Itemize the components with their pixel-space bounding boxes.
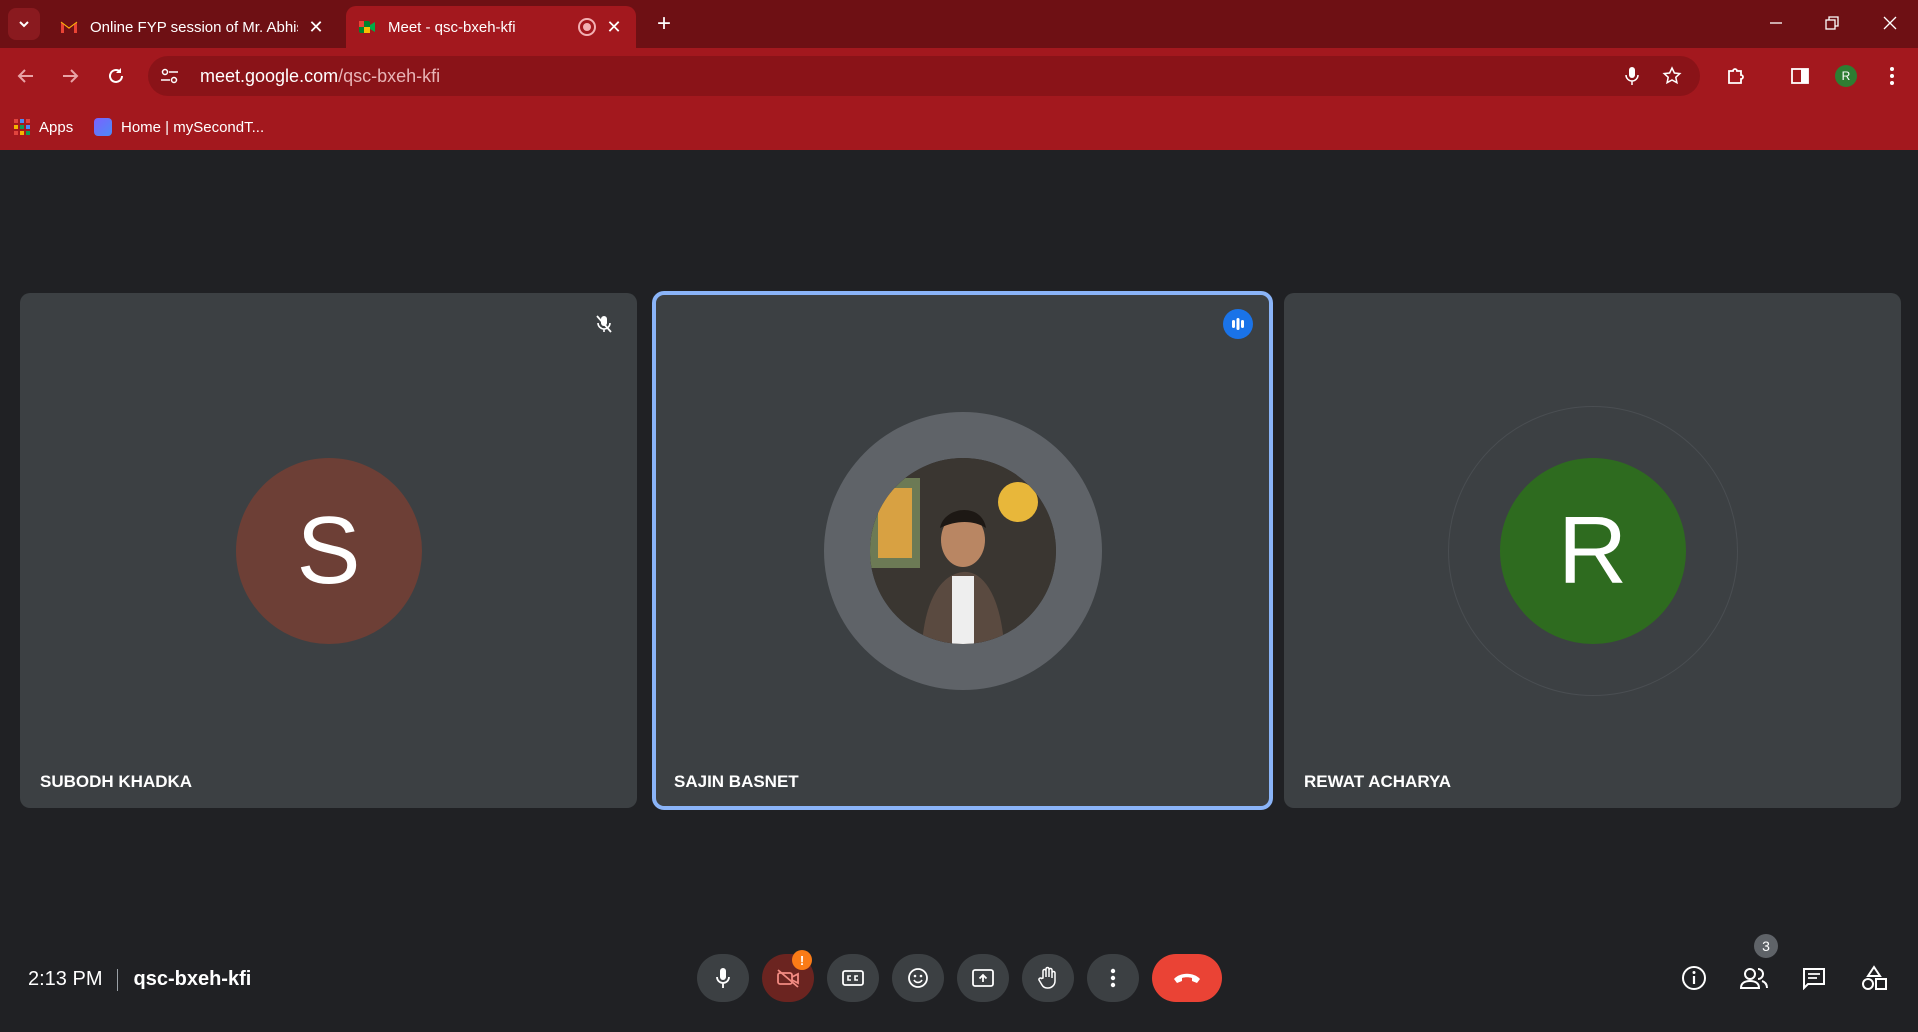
close-icon: [1883, 16, 1897, 30]
profile-photo: [869, 457, 1056, 644]
mic-button[interactable]: [697, 954, 749, 1002]
reactions-button[interactable]: [892, 954, 944, 1002]
forward-button[interactable]: [54, 60, 86, 92]
participant-tile-sajin[interactable]: SAJIN BASNET: [652, 291, 1273, 810]
bookmark-star-button[interactable]: [1660, 64, 1684, 88]
new-tab-button[interactable]: +: [650, 10, 678, 38]
browser-toolbar: meet.google.com/qsc-bxeh-kfi R: [0, 48, 1918, 104]
forward-arrow-icon: [63, 69, 79, 83]
back-button[interactable]: [10, 60, 42, 92]
bookmarks-bar: Apps Home | mySecondT...: [0, 104, 1918, 150]
kebab-menu-icon: [1110, 968, 1116, 988]
tab-title: Meet - qsc-bxeh-kfi: [388, 18, 516, 36]
profile-button[interactable]: R: [1830, 60, 1862, 92]
people-icon: [1739, 968, 1768, 989]
captions-button[interactable]: [827, 954, 879, 1002]
meet-icon: [359, 21, 375, 33]
meeting-details-button[interactable]: [1672, 956, 1716, 1000]
end-call-icon: [1174, 973, 1200, 983]
chat-icon: [1803, 968, 1825, 990]
close-tab-icon[interactable]: ✕: [604, 17, 624, 37]
address-bar[interactable]: meet.google.com/qsc-bxeh-kfi: [148, 56, 1700, 96]
star-icon: [1662, 66, 1682, 85]
recording-icon: [578, 18, 596, 36]
participant-name: REWAT ACHARYA: [1304, 772, 1452, 791]
captions-icon: [842, 970, 864, 986]
chevron-down-icon: [19, 21, 29, 28]
activities-icon: [1862, 965, 1887, 990]
camera-off-icon: [777, 969, 799, 988]
reload-icon: [109, 68, 123, 83]
restore-button[interactable]: [1812, 8, 1852, 38]
site-settings-icon[interactable]: [160, 66, 180, 86]
bookmark-label: Apps: [39, 118, 74, 136]
url-path: /qsc-bxeh-kfi: [338, 65, 441, 86]
tab-strip: Online FYP session of Mr. Abhis ✕ Meet -…: [0, 0, 1918, 48]
meeting-code: qsc-bxeh-kfi: [133, 968, 252, 990]
hand-icon: [1038, 966, 1056, 989]
more-options-button[interactable]: [1087, 954, 1139, 1002]
bookmark-label: Home | mySecondT...: [121, 118, 265, 136]
meeting-time: 2:13 PM: [28, 968, 103, 990]
restore-icon: [1825, 16, 1839, 30]
side-panel-button[interactable]: [1784, 60, 1816, 92]
raise-hand-button[interactable]: [1022, 954, 1074, 1002]
avatar: R: [1499, 457, 1686, 644]
side-panel-icon: [1791, 68, 1809, 84]
mic-off-icon: [596, 315, 612, 333]
participant-name: SUBODH KHADKA: [40, 772, 193, 791]
emoji-icon: [908, 968, 928, 988]
audio-level-icon: [1232, 318, 1244, 330]
bookmark-apps[interactable]: Apps: [14, 114, 73, 140]
leave-call-button[interactable]: [1152, 954, 1222, 1002]
people-count-badge: 3: [1754, 934, 1778, 958]
extensions-button[interactable]: [1720, 60, 1752, 92]
mic-permission-icon[interactable]: [1620, 64, 1644, 88]
tab-meet[interactable]: Meet - qsc-bxeh-kfi ✕: [346, 6, 636, 48]
camera-button[interactable]: !: [762, 950, 814, 1002]
microphone-icon: [1625, 67, 1639, 85]
kebab-menu-icon: [1890, 67, 1894, 85]
url-text: meet.google.com/qsc-bxeh-kfi: [200, 66, 440, 87]
reload-button[interactable]: [100, 60, 132, 92]
minimize-icon: [1770, 22, 1782, 24]
avatar: [869, 457, 1056, 644]
tab-gmail[interactable]: Online FYP session of Mr. Abhis ✕: [48, 6, 338, 48]
info-icon: [1682, 966, 1706, 990]
divider: [117, 968, 119, 991]
people-button[interactable]: [1732, 956, 1776, 1000]
avatar: S: [235, 457, 422, 644]
apps-grid-icon: [14, 119, 30, 135]
camera-alert-badge: !: [792, 950, 812, 970]
muted-mic-indicator: [589, 309, 619, 339]
tab-search-button[interactable]: [8, 8, 40, 40]
participant-tile-rewat[interactable]: R REWAT ACHARYA: [1284, 293, 1901, 808]
participant-name: SAJIN BASNET: [674, 772, 799, 791]
present-screen-icon: [972, 969, 994, 987]
microphone-icon: [716, 968, 730, 988]
present-button[interactable]: [957, 954, 1009, 1002]
close-window-button[interactable]: [1870, 8, 1910, 38]
meet-stage: S SUBODH KHADKA SAJIN BASNET R REWAT ACH…: [0, 150, 1918, 1032]
participant-tile-subodh[interactable]: S SUBODH KHADKA: [20, 293, 637, 808]
back-arrow-icon: [17, 69, 33, 83]
chat-button[interactable]: [1792, 956, 1836, 1000]
bookmark-home[interactable]: Home | mySecondT...: [94, 114, 264, 140]
profile-avatar: R: [1835, 65, 1857, 87]
gmail-icon: [60, 21, 78, 33]
meeting-details: 2:13 PM qsc-bxeh-kfi: [28, 968, 251, 991]
speaking-indicator: [1223, 309, 1253, 339]
puzzle-icon: [1728, 68, 1744, 84]
browser-menu-button[interactable]: [1876, 60, 1908, 92]
minimize-button[interactable]: [1756, 8, 1796, 38]
close-tab-icon[interactable]: ✕: [306, 17, 326, 37]
activities-button[interactable]: [1852, 956, 1896, 1000]
tab-title: Online FYP session of Mr. Abhis: [90, 18, 298, 36]
url-host: meet.google.com: [200, 65, 339, 86]
site-favicon-icon: [94, 118, 112, 136]
